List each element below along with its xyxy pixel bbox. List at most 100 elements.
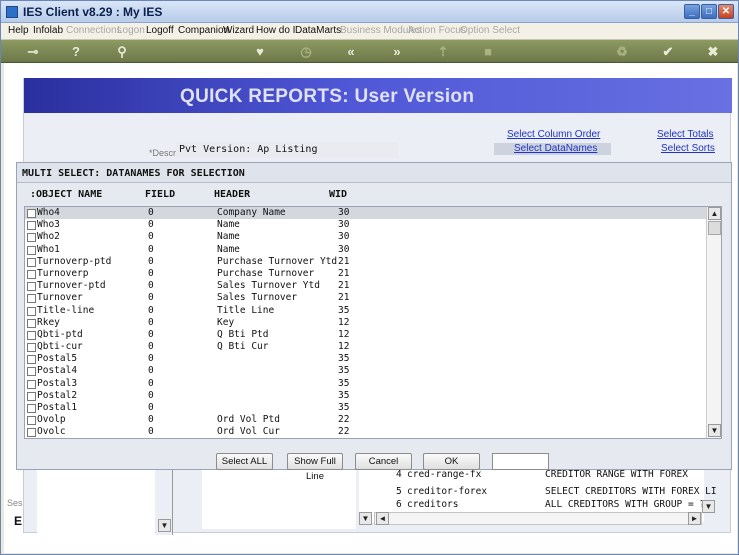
- forward-icon[interactable]: »: [388, 43, 406, 60]
- menu-logon[interactable]: Logon: [117, 25, 145, 36]
- workspace: QUICK REPORTS: User Version Select Colum…: [4, 63, 737, 553]
- row-checkbox[interactable]: [27, 416, 36, 426]
- table-row[interactable]: Title-line 0 Title Line 35: [25, 305, 721, 317]
- maximize-button[interactable]: □: [701, 4, 717, 19]
- menu-option-select[interactable]: Option Select: [460, 25, 520, 36]
- close-icon[interactable]: ✖: [704, 43, 722, 60]
- descr-input[interactable]: Pvt Version: Ap Listing: [176, 142, 398, 158]
- row-checkbox[interactable]: [27, 294, 36, 304]
- table-row[interactable]: Who1 0 Name 30: [25, 244, 721, 256]
- grid-vertical-scrollbar[interactable]: ▲ ▼: [706, 207, 721, 438]
- row-checkbox[interactable]: [27, 367, 36, 377]
- list-scroll-down-icon[interactable]: ▼: [359, 512, 372, 525]
- select-column-order-link[interactable]: Select Column Order: [507, 129, 600, 140]
- key-icon[interactable]: ⊸: [21, 43, 45, 60]
- row-checkbox[interactable]: [27, 355, 36, 365]
- menu-how-do-i[interactable]: How do I: [256, 25, 295, 36]
- scroll-up-icon[interactable]: ▲: [708, 207, 721, 220]
- row-checkbox[interactable]: [27, 282, 36, 292]
- table-row[interactable]: Who2 0 Name 30: [25, 231, 721, 243]
- select-totals-link[interactable]: Select Totals: [657, 129, 714, 140]
- row-checkbox[interactable]: [27, 379, 36, 389]
- column-header[interactable]: HEADER: [214, 189, 250, 200]
- row-checkbox[interactable]: [27, 318, 36, 328]
- list-scroll-down-right-icon[interactable]: ▼: [702, 500, 715, 513]
- row-field: 0: [148, 231, 154, 243]
- row-checkbox[interactable]: [27, 257, 36, 267]
- clock-icon[interactable]: ◷: [297, 43, 315, 60]
- table-row[interactable]: Who4 0 Company Name 30: [25, 207, 721, 220]
- row-object-name: Who2: [37, 231, 60, 243]
- table-row[interactable]: Postal2 0 35: [25, 390, 721, 402]
- row-header: Ord Vol Cur: [217, 426, 280, 438]
- row-wid: 35: [338, 402, 350, 413]
- report-banner: QUICK REPORTS: User Version: [24, 78, 732, 113]
- table-row[interactable]: Who3 0 Name 30: [25, 219, 721, 231]
- ok-button[interactable]: OK: [423, 453, 480, 470]
- menu-logoff[interactable]: Logoff: [146, 25, 174, 36]
- row-checkbox[interactable]: [27, 428, 36, 438]
- minimize-button[interactable]: _: [684, 4, 700, 19]
- select-all-button[interactable]: Select ALL: [216, 453, 273, 470]
- rewind-icon[interactable]: «: [342, 43, 360, 60]
- row-checkbox[interactable]: [27, 245, 36, 255]
- row-header: Ord Vol Ptd: [217, 414, 280, 426]
- menu-companion[interactable]: Companion: [178, 25, 229, 36]
- table-row[interactable]: Qbti-ptd 0 Q Bti Ptd 12: [25, 329, 721, 341]
- table-row[interactable]: Qbti-cur 0 Q Bti Cur 12: [25, 341, 721, 353]
- row-checkbox[interactable]: [27, 330, 36, 340]
- table-row[interactable]: Turnoverp 0 Purchase Turnover 21: [25, 268, 721, 280]
- menu-action-focus[interactable]: Action Focus: [408, 25, 466, 36]
- menu-datamarts[interactable]: DataMarts: [295, 25, 341, 36]
- row-checkbox[interactable]: [27, 306, 36, 316]
- row-checkbox[interactable]: [27, 269, 36, 279]
- table-row[interactable]: Ovolc 0 Ord Vol Cur 22: [25, 426, 721, 438]
- upload-icon[interactable]: ⇡: [434, 43, 452, 60]
- cancel-button[interactable]: Cancel: [355, 453, 412, 470]
- search-icon[interactable]: ⚲: [113, 43, 131, 60]
- row-wid: 30: [338, 207, 350, 218]
- scroll-left-icon[interactable]: ◄: [376, 512, 389, 525]
- table-row[interactable]: Postal4 0 35: [25, 365, 721, 377]
- check-icon[interactable]: ✔: [659, 43, 677, 60]
- table-row[interactable]: Postal5 0 35: [25, 353, 721, 365]
- dialog-input[interactable]: [492, 453, 549, 470]
- recycle-icon[interactable]: ♻: [613, 43, 631, 60]
- show-full-line-button[interactable]: Show Full Line: [287, 453, 343, 482]
- table-row[interactable]: Postal3 0 35: [25, 378, 721, 390]
- column-wid[interactable]: WID: [329, 189, 347, 200]
- menu-wizard[interactable]: Wizard: [223, 25, 254, 36]
- row-checkbox[interactable]: [27, 404, 36, 413]
- table-row[interactable]: Ovolp 0 Ord Vol Ptd 22: [25, 414, 721, 426]
- row-checkbox[interactable]: [27, 343, 36, 353]
- menu-infolab[interactable]: Infolab: [33, 25, 63, 36]
- row-object-name: Title-line: [37, 304, 95, 316]
- help-icon[interactable]: ?: [67, 43, 85, 60]
- table-row[interactable]: Turnoverp-ptd 0 Purchase Turnover Ytd 21: [25, 256, 721, 268]
- column-field[interactable]: FIELD: [145, 189, 175, 200]
- select-sorts-link[interactable]: Select Sorts: [661, 143, 715, 154]
- row-header: Key: [217, 316, 235, 328]
- close-window-button[interactable]: ✕: [718, 4, 734, 19]
- select-datanames-link[interactable]: Select DataNames: [494, 143, 612, 155]
- menu-help[interactable]: Help: [8, 25, 29, 36]
- table-row[interactable]: Turnover 0 Sales Turnover 21: [25, 292, 721, 304]
- scroll-down-icon[interactable]: ▼: [708, 424, 721, 437]
- scroll-thumb[interactable]: [708, 221, 721, 235]
- row-object-name: Qbti-ptd: [37, 328, 83, 340]
- table-row[interactable]: Rkey 0 Key 12: [25, 317, 721, 329]
- row-checkbox[interactable]: [27, 233, 36, 243]
- scroll-right-icon[interactable]: ►: [688, 512, 701, 525]
- heart-icon[interactable]: ♥: [251, 43, 269, 60]
- menu-bar: Help Infolab Connections Logon Logoff Co…: [1, 23, 738, 40]
- list-horizontal-scrollbar[interactable]: ◄ ►: [374, 512, 702, 525]
- table-row[interactable]: Turnover-ptd 0 Sales Turnover Ytd 21: [25, 280, 721, 292]
- row-checkbox[interactable]: [27, 209, 36, 218]
- row-checkbox[interactable]: [27, 391, 36, 401]
- square-icon[interactable]: ■: [479, 43, 497, 60]
- column-object-name[interactable]: :OBJECT NAME: [30, 189, 102, 200]
- row-checkbox[interactable]: [27, 221, 36, 231]
- dropdown-arrow-icon[interactable]: ▼: [158, 519, 171, 532]
- table-row[interactable]: Postal1 0 35: [25, 402, 721, 414]
- menu-connections[interactable]: Connections: [66, 25, 122, 36]
